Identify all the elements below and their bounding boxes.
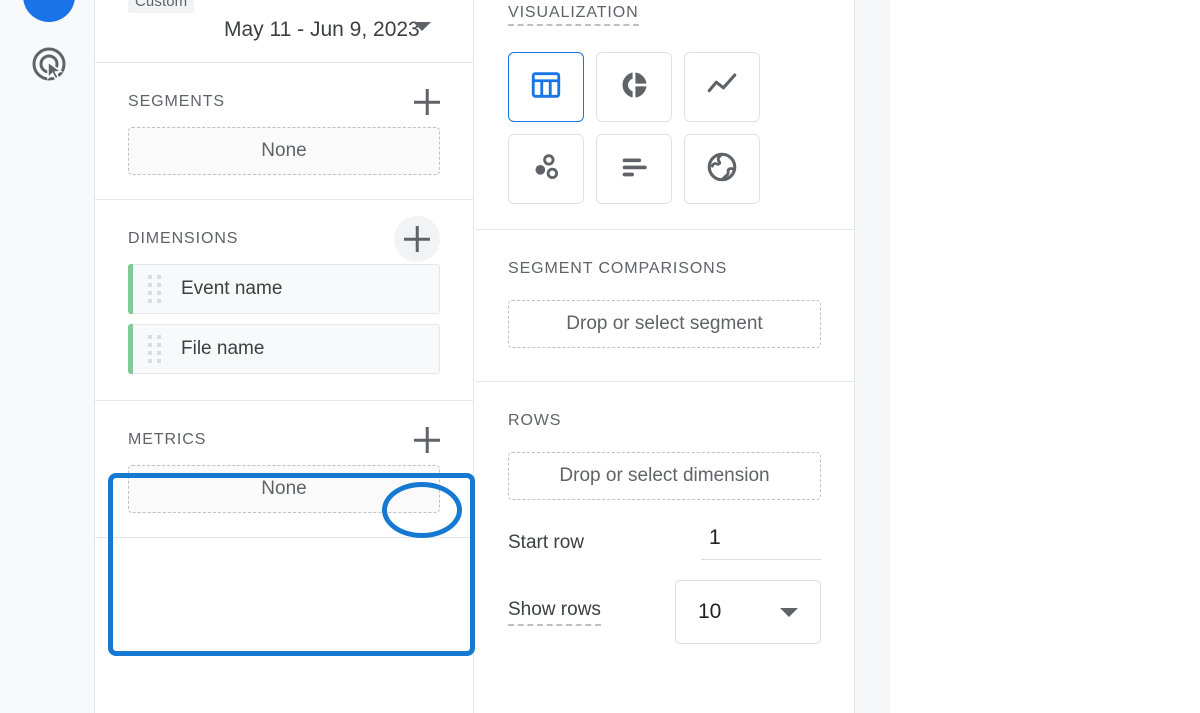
viz-option-geo-map[interactable] xyxy=(684,134,760,204)
rows-placeholder: Drop or select dimension xyxy=(559,465,770,486)
tab-settings-panel: VISUALIZATION SEGMENT COMPARISONS Drop o… xyxy=(475,0,855,713)
dimension-chip-label: File name xyxy=(181,338,265,359)
panel-gutter xyxy=(855,0,890,713)
visualization-section: VISUALIZATION xyxy=(475,0,854,230)
viz-option-line-chart[interactable] xyxy=(684,52,760,122)
donut-chart-icon xyxy=(617,68,651,107)
visualization-title: VISUALIZATION xyxy=(508,4,639,26)
segment-comparisons-section: SEGMENT COMPARISONS Drop or select segme… xyxy=(475,230,854,382)
dimension-chip[interactable]: File name xyxy=(128,324,440,374)
line-chart-icon xyxy=(705,68,739,107)
segments-add-button[interactable] xyxy=(414,89,440,115)
segments-section: SEGMENTS None xyxy=(95,63,473,200)
date-range-value[interactable]: May 11 - Jun 9, 2023 xyxy=(224,18,420,42)
dimension-accent-bar xyxy=(128,264,133,314)
segment-comparisons-title: SEGMENT COMPARISONS xyxy=(508,260,728,277)
rows-drop-target[interactable]: Drop or select dimension xyxy=(508,452,821,500)
date-range-chip-label: Custom xyxy=(128,0,195,13)
drag-handle-icon[interactable] xyxy=(148,275,162,303)
drag-handle-icon[interactable] xyxy=(148,335,162,363)
segments-placeholder-label: None xyxy=(261,140,307,161)
exploration-target-icon[interactable] xyxy=(27,42,71,86)
dimensions-title: DIMENSIONS xyxy=(128,230,239,247)
date-range-section: Custom May 11 - Jun 9, 2023 xyxy=(95,0,473,63)
dimension-accent-bar xyxy=(128,324,133,374)
start-row-label: Start row xyxy=(508,532,585,553)
rows-title: ROWS xyxy=(508,412,562,429)
segments-header: SEGMENTS xyxy=(128,63,440,127)
app-root: Custom May 11 - Jun 9, 2023 SEGMENTS Non… xyxy=(0,0,1200,713)
metrics-add-button[interactable] xyxy=(414,427,440,453)
metrics-placeholder-label: None xyxy=(261,478,307,499)
rows-section: ROWS Drop or select dimension Start row … xyxy=(475,382,854,644)
start-row-field: Start row xyxy=(508,526,821,560)
viz-option-donut-chart[interactable] xyxy=(596,52,672,122)
segment-comparisons-placeholder: Drop or select segment xyxy=(566,313,763,334)
dimension-chip[interactable]: Event name xyxy=(128,264,440,314)
visualization-options xyxy=(508,52,821,229)
viz-option-bar-chart[interactable] xyxy=(596,134,672,204)
show-rows-select[interactable]: 10 xyxy=(675,580,821,644)
left-nav-rail xyxy=(0,0,95,713)
dimensions-add-button[interactable] xyxy=(394,216,440,262)
show-rows-field: Show rows 10 xyxy=(508,580,821,644)
dimensions-header: DIMENSIONS xyxy=(128,200,440,264)
dimensions-section: DIMENSIONS Event name File name xyxy=(95,200,473,401)
viz-option-table-chart[interactable] xyxy=(508,52,584,122)
chevron-down-icon[interactable] xyxy=(413,22,431,31)
scatter-plot-icon xyxy=(529,150,563,189)
metrics-title: METRICS xyxy=(128,431,207,448)
exploration-canvas xyxy=(890,0,1200,713)
bar-chart-icon xyxy=(617,150,651,189)
metrics-placeholder-box[interactable]: None xyxy=(128,465,440,513)
segment-comparisons-drop-target[interactable]: Drop or select segment xyxy=(508,300,821,348)
table-icon xyxy=(529,68,563,107)
metrics-header: METRICS xyxy=(128,401,440,465)
dimension-chip-label: Event name xyxy=(181,278,283,299)
segments-placeholder-box[interactable]: None xyxy=(128,127,440,175)
start-row-input[interactable] xyxy=(701,526,821,560)
viz-option-scatter-chart[interactable] xyxy=(508,134,584,204)
show-rows-label: Show rows xyxy=(508,599,601,626)
logo-circle-icon[interactable] xyxy=(23,0,75,22)
show-rows-value: 10 xyxy=(698,600,722,623)
globe-icon xyxy=(705,150,739,189)
metrics-section: METRICS None xyxy=(95,401,473,538)
chevron-down-icon xyxy=(780,607,798,617)
segments-title: SEGMENTS xyxy=(128,93,225,110)
variables-panel: Custom May 11 - Jun 9, 2023 SEGMENTS Non… xyxy=(95,0,474,713)
